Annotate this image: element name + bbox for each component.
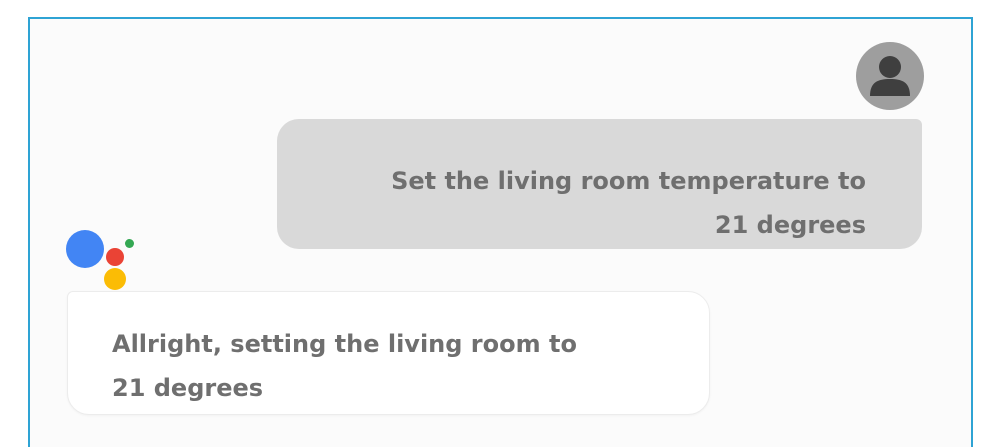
assistant-message-text: Allright, setting the living room to 21 …	[112, 330, 577, 402]
google-assistant-dots-icon	[64, 226, 144, 296]
user-message-bubble: Set the living room temperature to 21 de…	[277, 119, 922, 249]
assistant-green-dot	[125, 239, 134, 248]
assistant-red-dot	[106, 248, 124, 266]
assistant-yellow-dot	[104, 268, 126, 290]
user-message-text: Set the living room temperature to 21 de…	[391, 167, 866, 239]
assistant-message-bubble: Allright, setting the living room to 21 …	[67, 291, 710, 415]
assistant-blue-dot	[66, 230, 104, 268]
person-icon	[870, 56, 910, 96]
user-avatar	[856, 42, 924, 110]
